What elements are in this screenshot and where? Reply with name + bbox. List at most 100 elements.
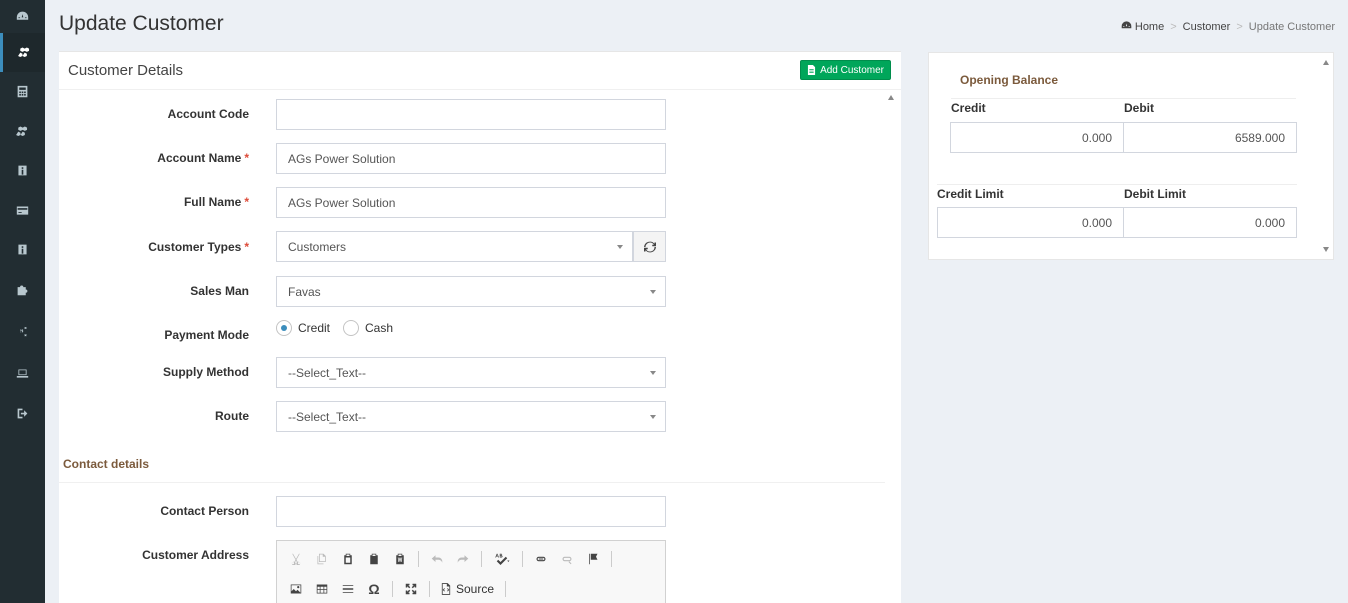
redo-icon[interactable]	[452, 549, 474, 569]
scroll-up-icon[interactable]	[1323, 60, 1329, 65]
account-name-input[interactable]: AGs Power Solution	[276, 143, 666, 174]
unlink-icon[interactable]	[556, 549, 578, 569]
toolbar-separator	[611, 551, 612, 567]
required-marker: *	[244, 240, 249, 254]
debit-limit-label: Debit Limit	[1124, 187, 1186, 201]
editor-toolbar-row: Ω Source	[285, 579, 509, 599]
add-customer-label: Add Customer	[820, 64, 884, 76]
maximize-icon[interactable]	[400, 579, 422, 599]
breadcrumb-separator: >	[1236, 20, 1243, 33]
caret-down-icon	[617, 245, 623, 249]
source-icon	[441, 583, 451, 595]
caret-down-icon	[650, 415, 656, 419]
customer-types-select[interactable]: Customers	[276, 231, 633, 262]
credit-limit-input[interactable]: 0.000	[937, 207, 1124, 238]
payment-mode-credit[interactable]: Credit	[276, 320, 330, 336]
credit-card-icon[interactable]	[0, 191, 45, 230]
required-marker: *	[244, 151, 249, 165]
opening-balance-panel: Opening Balance Credit Debit 0.000 6589.…	[928, 52, 1334, 260]
anchor-flag-icon[interactable]	[582, 549, 604, 569]
customer-address-label: Customer Address	[142, 548, 249, 562]
full-name-label: Full Name *	[183, 195, 249, 209]
account-name-label: Account Name *	[157, 151, 249, 165]
toolbar-separator	[392, 581, 393, 597]
caret-down-icon	[650, 290, 656, 294]
route-label: Route	[215, 409, 249, 423]
route-select[interactable]: --Select_Text--	[276, 401, 666, 432]
sign-out-icon[interactable]	[0, 394, 45, 433]
toolbar-separator	[418, 551, 419, 567]
radio-icon[interactable]	[343, 320, 359, 336]
spellcheck-icon[interactable]	[489, 549, 515, 569]
opening-credit-input[interactable]: 0.000	[950, 122, 1124, 153]
toolbar-separator	[429, 581, 430, 597]
scroll-down-icon[interactable]	[1323, 247, 1329, 252]
opening-debit-input[interactable]: 6589.000	[1123, 122, 1297, 153]
payment-mode-cash[interactable]: Cash	[343, 320, 393, 336]
customer-types-label: Customer Types *	[148, 240, 249, 254]
undo-icon[interactable]	[426, 549, 448, 569]
balance-scrollbar[interactable]	[1319, 53, 1333, 259]
image-icon[interactable]	[285, 579, 307, 599]
divider	[951, 98, 1296, 99]
page-title: Update Customer	[59, 12, 224, 35]
account-code-label: Account Code	[167, 107, 249, 121]
credit-limit-label: Credit Limit	[937, 187, 1004, 201]
paste-icon[interactable]	[337, 549, 359, 569]
sales-man-select[interactable]: Favas	[276, 276, 666, 307]
cubes-icon[interactable]	[0, 33, 45, 72]
scroll-up-icon[interactable]	[888, 95, 894, 100]
dashboard-icon[interactable]	[0, 0, 45, 36]
breadcrumb: Home > Customer > Update Customer	[1121, 20, 1335, 33]
toolbar-separator	[505, 581, 507, 597]
horizontal-rule-icon[interactable]	[337, 579, 359, 599]
breadcrumb-home[interactable]: Home	[1121, 20, 1164, 33]
toolbar-separator	[522, 551, 523, 567]
source-button[interactable]: Source	[437, 579, 498, 599]
required-marker: *	[244, 195, 249, 209]
refresh-icon	[643, 241, 656, 252]
cut-icon[interactable]	[285, 549, 307, 569]
editor-toolbar-row	[285, 549, 615, 569]
cogs-icon[interactable]	[0, 313, 45, 352]
credit-label: Credit	[951, 101, 986, 115]
form-scrollbar[interactable]	[885, 91, 901, 603]
breadcrumb-customer[interactable]: Customer	[1183, 21, 1231, 33]
panel-title: Customer Details	[68, 62, 184, 79]
dashboard-icon	[1121, 21, 1132, 29]
payment-mode-label: Payment Mode	[164, 328, 249, 342]
info-icon[interactable]	[0, 151, 45, 190]
breadcrumb-separator: >	[1170, 20, 1177, 33]
section-divider	[59, 482, 885, 483]
link-icon[interactable]	[530, 549, 552, 569]
sales-man-label: Sales Man	[190, 284, 249, 298]
full-name-input[interactable]: AGs Power Solution	[276, 187, 666, 218]
contact-details-heading: Contact details	[63, 457, 150, 471]
contact-person-input[interactable]	[276, 496, 666, 527]
debit-limit-input[interactable]: 0.000	[1123, 207, 1297, 238]
calculator-icon[interactable]	[0, 72, 45, 111]
panel-header: Customer Details Add Customer	[59, 52, 901, 90]
paste-text-icon[interactable]	[363, 549, 385, 569]
rich-text-editor[interactable]: Ω Source	[276, 540, 666, 603]
supply-method-label: Supply Method	[163, 365, 249, 379]
table-icon[interactable]	[311, 579, 333, 599]
customer-details-panel: Customer Details Add Customer Account Co…	[59, 51, 901, 603]
contact-person-label: Contact Person	[160, 504, 249, 518]
puzzle-icon[interactable]	[0, 270, 45, 309]
refresh-button[interactable]	[633, 231, 666, 262]
cubes-icon[interactable]	[0, 112, 45, 151]
add-customer-button[interactable]: Add Customer	[800, 60, 891, 80]
caret-down-icon	[650, 371, 656, 375]
info-icon[interactable]	[0, 230, 45, 269]
laptop-icon[interactable]	[0, 354, 45, 393]
special-char-icon[interactable]: Ω	[363, 579, 385, 599]
supply-method-select[interactable]: --Select_Text--	[276, 357, 666, 388]
paste-word-icon[interactable]	[389, 549, 411, 569]
toolbar-separator	[481, 551, 482, 567]
radio-selected-icon[interactable]	[276, 320, 292, 336]
account-code-input[interactable]	[276, 99, 666, 130]
sidebar	[0, 0, 45, 603]
copy-icon[interactable]	[311, 549, 333, 569]
divider	[937, 184, 1297, 185]
